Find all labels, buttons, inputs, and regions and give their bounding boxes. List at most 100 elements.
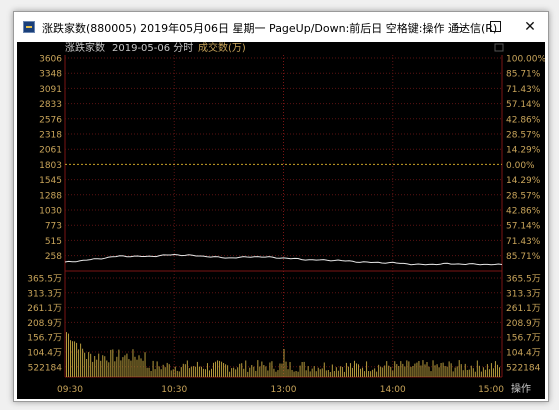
volume-bar [225, 364, 227, 377]
volume-bar [86, 359, 88, 377]
intraday-chart[interactable]: 涨跌家数 2019-05-06 分时 成交数(万) 3606 3348 3091 28… [17, 42, 545, 399]
title-bar[interactable]: 涨跌家数(880005) 2019年05月06日 星期一 PageUp/Down… [14, 12, 548, 42]
volume-bar [496, 364, 498, 377]
volume-bar [265, 366, 267, 377]
volume-bar [339, 366, 341, 377]
volume-bar [309, 371, 311, 377]
volume-bar [178, 371, 180, 377]
volume-bar [114, 361, 116, 377]
volume-bar [366, 361, 368, 377]
price-tick-label: 515 [45, 237, 62, 247]
volume-tick-label-right: 208.9万 [506, 319, 541, 329]
volume-bar [255, 370, 257, 377]
volume-bar [450, 363, 452, 377]
volume-bar [291, 370, 293, 377]
volume-bar [275, 371, 277, 377]
chart-panel[interactable]: 涨跌家数 2019-05-06 分时 成交数(万) 3606 3348 3091 28… [17, 42, 545, 399]
volume-bar [120, 360, 122, 377]
volume-bar [198, 366, 200, 377]
volume-bar [378, 364, 380, 377]
volume-bar [472, 368, 474, 377]
volume-bar [140, 358, 142, 377]
volume-bar [146, 367, 148, 377]
volume-bar [476, 360, 478, 377]
volume-bar [188, 368, 190, 377]
volume-bar [110, 349, 112, 377]
maximize-button[interactable] [478, 12, 512, 42]
volume-bar [289, 362, 291, 377]
time-tick-label: 14:00 [380, 385, 406, 395]
volume-bar [454, 367, 456, 377]
price-tick-label: 3348 [39, 70, 62, 80]
volume-bar [301, 362, 303, 377]
volume-bar [388, 365, 390, 377]
volume-bar [374, 368, 376, 377]
volume-bar [345, 362, 347, 377]
volume-bar [257, 360, 259, 377]
volume-bar [237, 367, 239, 377]
price-tick-label: 2061 [39, 146, 62, 156]
volume-bar [297, 371, 299, 377]
volume-bar [243, 368, 245, 377]
volume-bar [122, 357, 124, 377]
percent-tick-label: 14.29% [506, 146, 541, 156]
price-tick-label: 1288 [39, 191, 62, 201]
percent-tick-label: 100.00% [506, 55, 545, 65]
volume-bar [335, 367, 337, 377]
volume-bar [160, 369, 162, 377]
volume-bar [168, 364, 170, 377]
volume-bar [90, 353, 92, 377]
volume-bar [84, 352, 86, 377]
volume-bar [351, 367, 353, 377]
volume-bar [333, 371, 335, 377]
app-icon [23, 21, 35, 33]
volume-bar [341, 367, 343, 377]
percent-tick-label: 85.71% [506, 252, 541, 262]
volume-bar [434, 365, 436, 377]
panel-restore-icon[interactable] [494, 43, 504, 52]
price-tick-label: 258 [45, 252, 62, 262]
volume-bar [303, 361, 305, 377]
price-tick-label: 773 [45, 222, 62, 232]
volume-bar [267, 370, 269, 377]
close-button[interactable]: ✕ [513, 12, 547, 42]
volume-bar [408, 361, 410, 377]
volume-bar [376, 371, 378, 377]
volume-bar [464, 363, 466, 377]
volume-bar [94, 356, 96, 377]
volume-bar [293, 371, 295, 377]
volume-tick-label: 522184 [28, 363, 63, 373]
volume-bar [68, 333, 70, 377]
price-tick-label: 1545 [39, 176, 62, 186]
volume-bar [206, 363, 208, 377]
volume-bar [422, 360, 424, 377]
volume-bar [396, 364, 398, 377]
volume-bar [116, 356, 118, 377]
volume-bar [416, 362, 418, 377]
volume-bar [358, 364, 360, 377]
percent-tick-label: 28.57% [506, 131, 541, 141]
window-title: 涨跌家数(880005) 2019年05月06日 星期一 PageUp/Down… [42, 22, 498, 35]
time-tick-label: 09:30 [57, 385, 83, 395]
volume-bar [136, 359, 138, 377]
volume-bar [404, 366, 406, 377]
volume-bar [76, 342, 78, 377]
volume-bar [134, 356, 136, 377]
volume-bar [452, 371, 454, 377]
volume-bar [132, 349, 134, 377]
volume-tick-label-right: 522184 [506, 363, 541, 373]
volume-bar [112, 349, 114, 377]
volume-bar [498, 367, 500, 377]
volume-bar [456, 366, 458, 377]
chart-name: 涨跌家数 [65, 42, 105, 54]
volume-bar [211, 368, 212, 377]
time-tick-label: 15:00 [478, 385, 504, 395]
minimize-button[interactable] [444, 12, 478, 42]
percent-tick-label: 57.14% [506, 222, 541, 232]
volume-bar [223, 363, 225, 377]
volume-bar [180, 367, 182, 377]
volume-bar [128, 359, 130, 377]
volume-bar [152, 360, 154, 377]
price-tick-label: 2833 [39, 100, 62, 110]
volume-bar [82, 348, 84, 377]
